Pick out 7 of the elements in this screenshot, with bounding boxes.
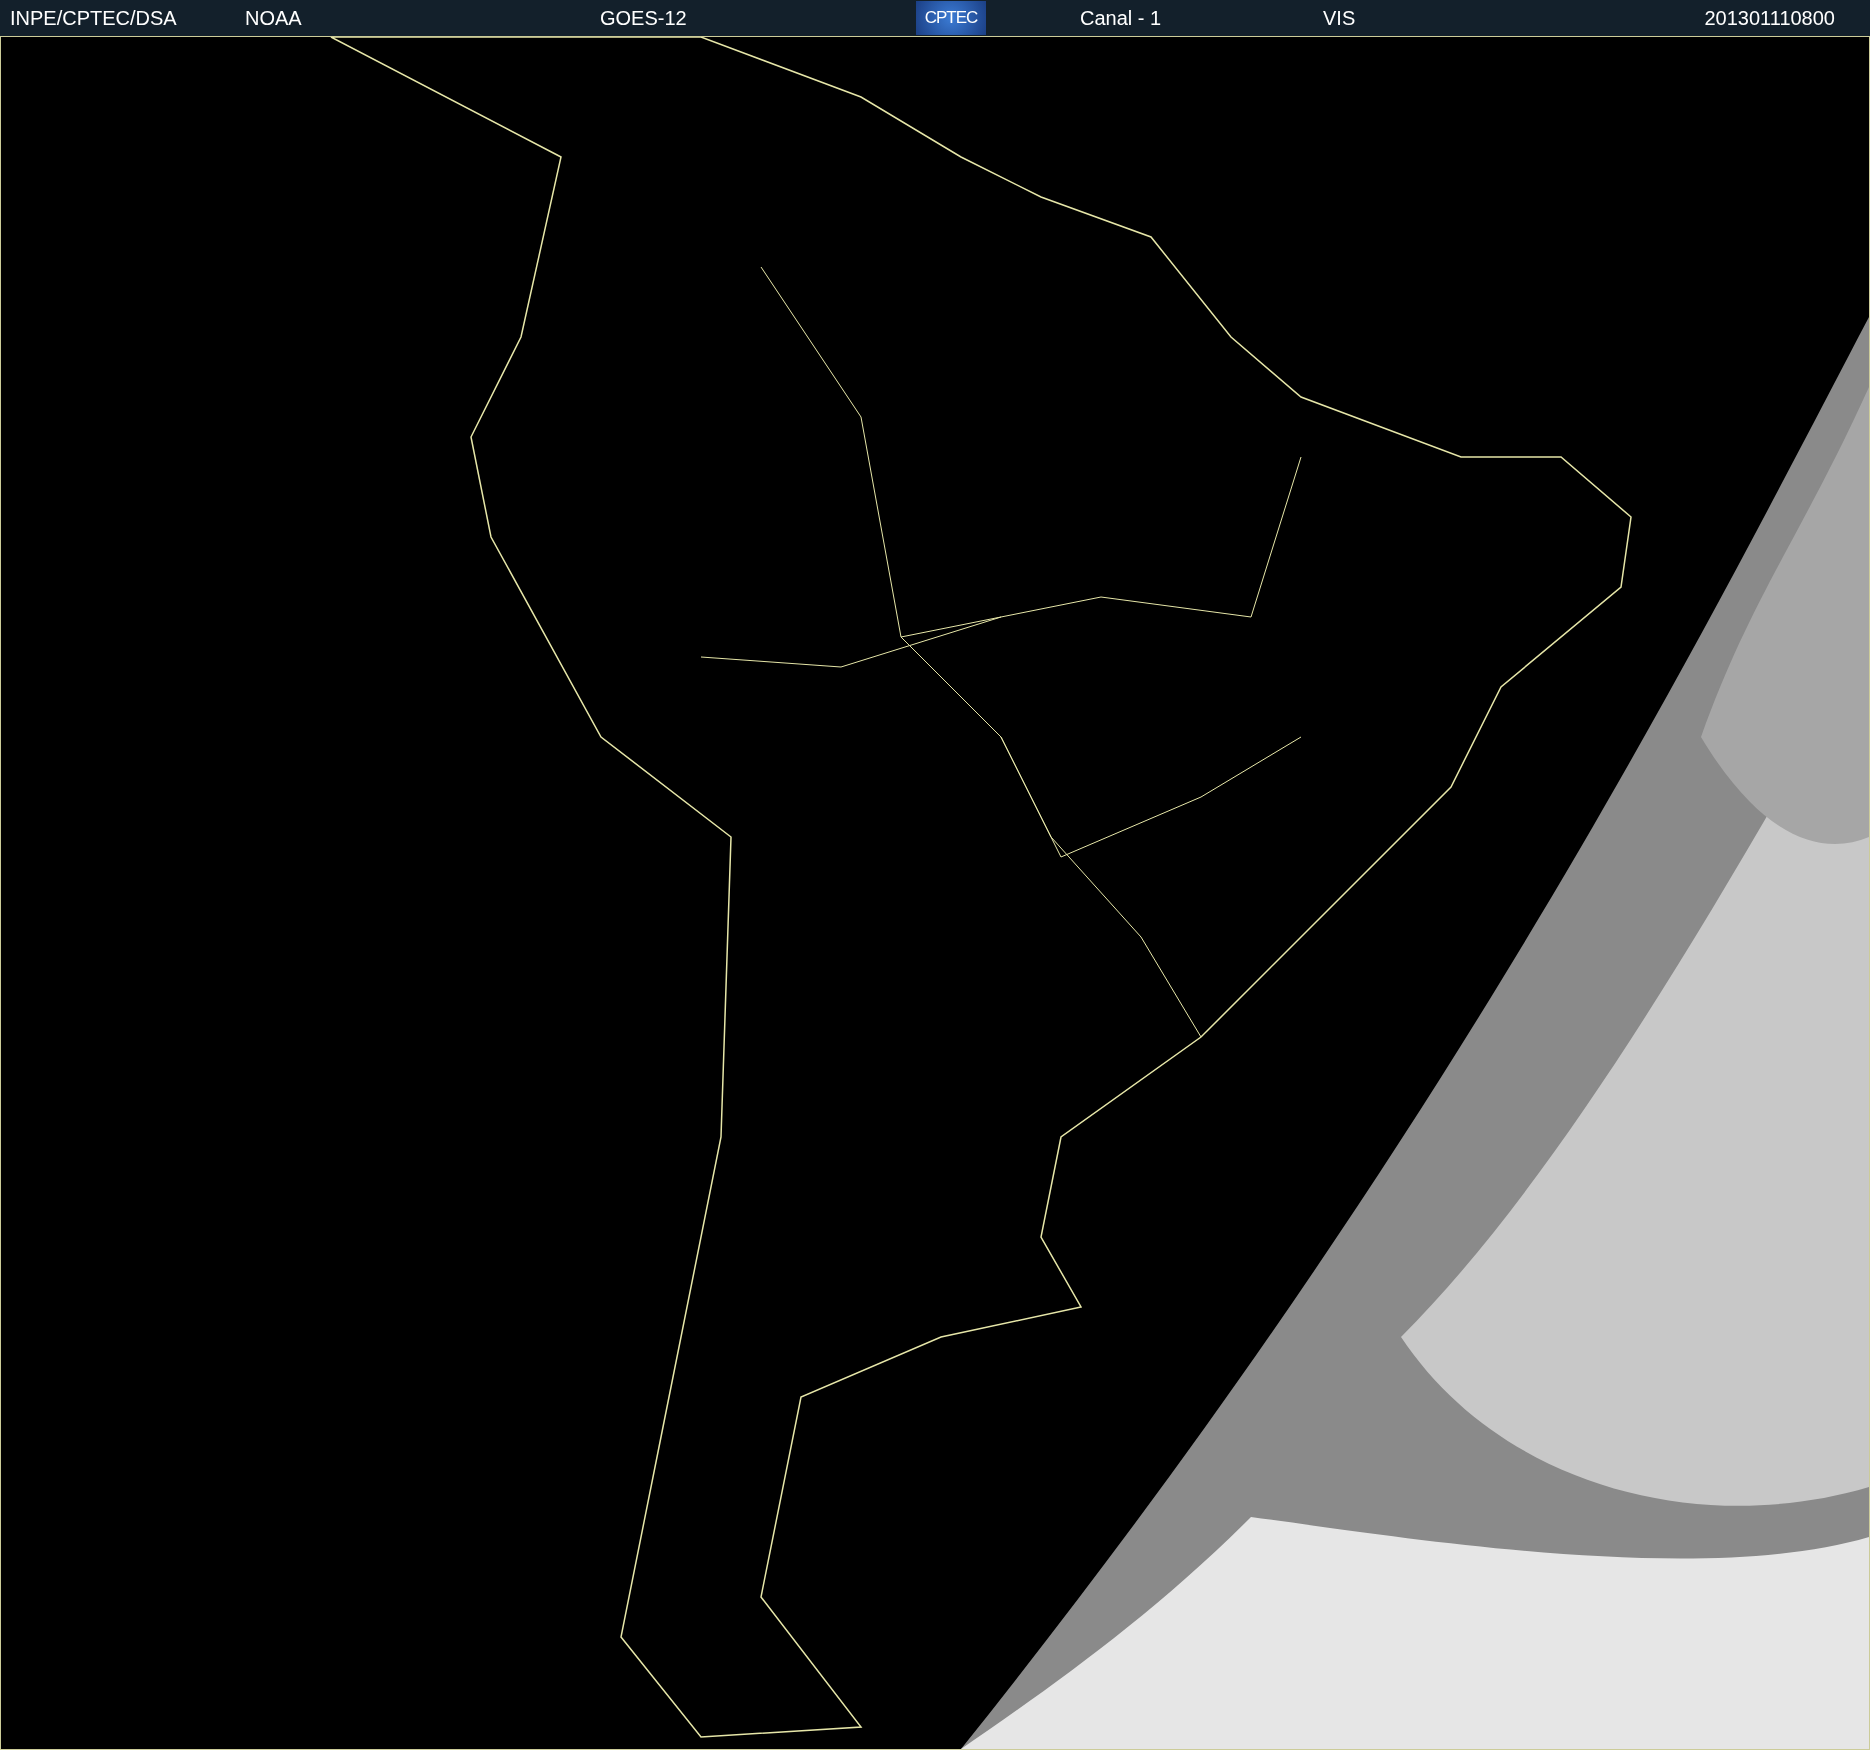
agency-label: NOAA [245, 6, 302, 31]
band-label: VIS [1323, 6, 1356, 31]
satellite-label: GOES-12 [600, 6, 687, 31]
channel-label: Canal - 1 [1080, 6, 1162, 31]
cptec-logo: CPTEC [916, 1, 986, 35]
source-label: INPE/CPTEC/DSA [10, 6, 177, 31]
timestamp-label: 201301110800 [1704, 6, 1835, 31]
